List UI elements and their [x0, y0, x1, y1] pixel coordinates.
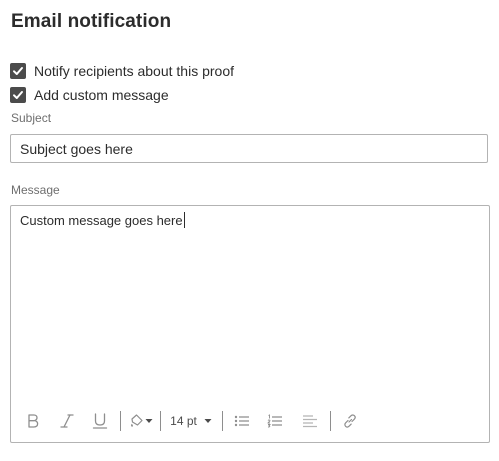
italic-button[interactable]	[56, 407, 78, 435]
font-size-value: 14 pt	[170, 414, 197, 428]
custom-message-label[interactable]: Add custom message	[34, 87, 169, 103]
bold-icon	[28, 414, 39, 428]
toolbar-divider	[120, 411, 121, 431]
font-size-dropdown[interactable]: 14 pt	[166, 407, 216, 435]
align-icon	[303, 415, 317, 428]
underline-icon	[92, 413, 108, 429]
formatting-toolbar: 14 pt	[11, 407, 489, 435]
text-caret	[183, 212, 185, 228]
message-editor[interactable]: Custom message goes here 14 pt	[10, 205, 490, 443]
bold-button[interactable]	[23, 407, 43, 435]
align-button[interactable]	[299, 407, 321, 435]
bulleted-list-button[interactable]	[231, 407, 253, 435]
italic-icon	[60, 414, 74, 428]
bulleted-list-icon	[234, 415, 249, 427]
custom-message-option[interactable]: Add custom message	[10, 86, 169, 104]
message-text: Custom message goes here	[20, 213, 183, 228]
message-text-area[interactable]: Custom message goes here	[20, 212, 185, 228]
message-label: Message	[11, 183, 60, 197]
toolbar-divider	[160, 411, 161, 431]
link-button[interactable]	[339, 407, 361, 435]
underline-button[interactable]	[89, 407, 111, 435]
subject-input[interactable]	[10, 134, 488, 163]
notify-recipients-option[interactable]: Notify recipients about this proof	[10, 62, 234, 80]
notify-recipients-checkbox[interactable]	[10, 63, 26, 79]
numbered-list-button[interactable]	[264, 407, 286, 435]
numbered-list-icon	[267, 414, 282, 428]
text-color-icon	[131, 414, 143, 427]
text-color-button[interactable]	[127, 407, 155, 435]
toolbar-divider	[222, 411, 223, 431]
link-icon	[344, 414, 356, 428]
chevron-down-icon	[204, 419, 212, 423]
checkmark-icon	[13, 67, 23, 75]
notify-recipients-label[interactable]: Notify recipients about this proof	[34, 63, 234, 79]
chevron-down-icon	[145, 419, 153, 423]
page-title: Email notification	[11, 11, 172, 32]
toolbar-divider	[330, 411, 331, 431]
custom-message-checkbox[interactable]	[10, 87, 26, 103]
checkmark-icon	[13, 91, 23, 99]
subject-label: Subject	[11, 111, 52, 125]
